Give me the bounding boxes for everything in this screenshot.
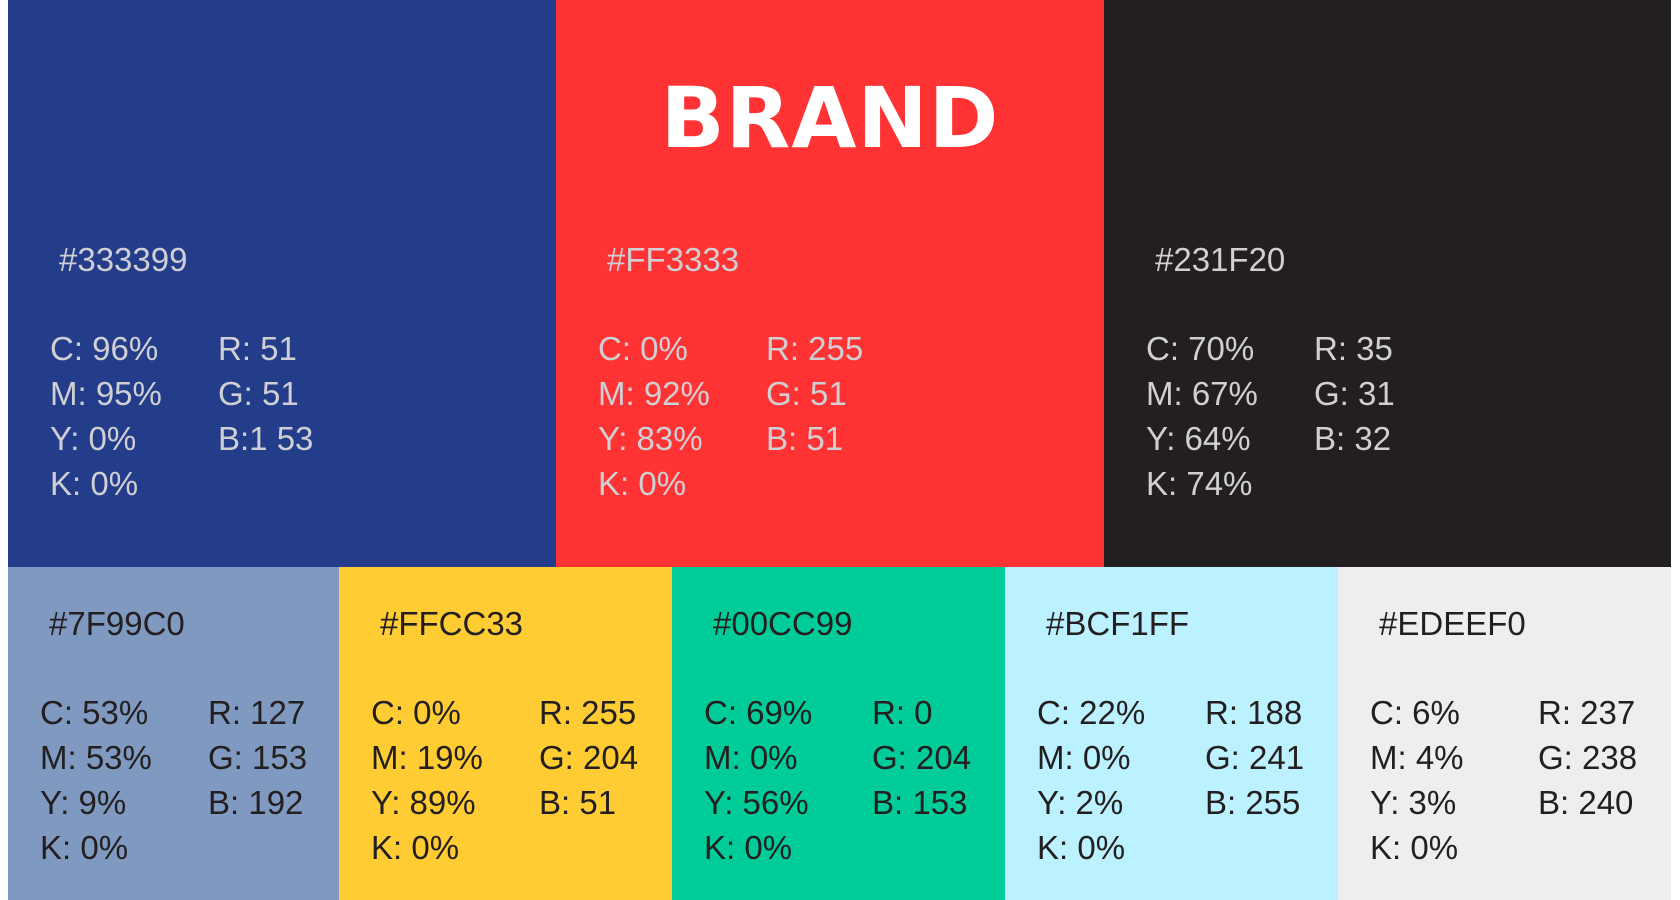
rgb-b: B: 192 bbox=[208, 784, 304, 821]
rgb-g: G: 238 bbox=[1538, 739, 1638, 776]
cmyk-k: K: 0% bbox=[371, 829, 460, 866]
rgb-g: G: 31 bbox=[1314, 375, 1395, 412]
rgb-g: G: 204 bbox=[872, 739, 972, 776]
cmyk-k: K: 0% bbox=[50, 465, 139, 502]
rgb-r: R: 255 bbox=[766, 330, 864, 367]
cmyk-m: M: 19% bbox=[371, 739, 483, 776]
cmyk-values: C: 53% M: 53% Y: 9% K: 0% bbox=[40, 690, 152, 870]
cmyk-k: K: 74% bbox=[1146, 465, 1253, 502]
color-swatch: #231F20 C: 70% M: 67% Y: 64% K: 74% R: 3… bbox=[1104, 0, 1671, 567]
cmyk-k: K: 0% bbox=[40, 829, 129, 866]
cmyk-y: Y: 3% bbox=[1370, 784, 1457, 821]
cmyk-c: C: 0% bbox=[371, 694, 461, 731]
rgb-r: R: 237 bbox=[1538, 694, 1636, 731]
cmyk-m: M: 0% bbox=[704, 739, 798, 776]
hex-code: #00CC99 bbox=[713, 605, 853, 642]
cmyk-c: C: 0% bbox=[598, 330, 688, 367]
hex-code: #231F20 bbox=[1155, 241, 1286, 278]
cmyk-values: C: 70% M: 67% Y: 64% K: 74% bbox=[1146, 326, 1258, 506]
rgb-g: G: 51 bbox=[218, 375, 299, 412]
cmyk-c: C: 53% bbox=[40, 694, 149, 731]
rgb-values: R: 188 G: 241 B: 255 bbox=[1205, 690, 1304, 825]
rgb-b: B: 255 bbox=[1205, 784, 1301, 821]
hex-code: #EDEEF0 bbox=[1379, 605, 1526, 642]
rgb-b: B: 240 bbox=[1538, 784, 1634, 821]
cmyk-values: C: 22% M: 0% Y: 2% K: 0% bbox=[1037, 690, 1145, 870]
rgb-g: G: 204 bbox=[539, 739, 639, 776]
cmyk-m: M: 67% bbox=[1146, 375, 1258, 412]
cmyk-y: Y: 83% bbox=[598, 420, 703, 457]
color-swatch: #00CC99 C: 69% M: 0% Y: 56% K: 0% R: 0 G… bbox=[672, 567, 1005, 900]
cmyk-y: Y: 2% bbox=[1037, 784, 1124, 821]
color-swatch: #BCF1FF C: 22% M: 0% Y: 2% K: 0% R: 188 … bbox=[1005, 567, 1338, 900]
rgb-values: R: 237 G: 238 B: 240 bbox=[1538, 690, 1637, 825]
rgb-values: R: 35 G: 31 B: 32 bbox=[1314, 326, 1395, 461]
color-swatch: #FFCC33 C: 0% M: 19% Y: 89% K: 0% R: 255… bbox=[339, 567, 672, 900]
rgb-g: G: 241 bbox=[1205, 739, 1305, 776]
cmyk-k: K: 0% bbox=[1037, 829, 1126, 866]
rgb-g: G: 153 bbox=[208, 739, 308, 776]
color-swatch: #EDEEF0 C: 6% M: 4% Y: 3% K: 0% R: 237 G… bbox=[1338, 567, 1671, 900]
cmyk-values: C: 96% M: 95% Y: 0% K: 0% bbox=[50, 326, 162, 506]
cmyk-m: M: 92% bbox=[598, 375, 710, 412]
rgb-r: R: 188 bbox=[1205, 694, 1303, 731]
cmyk-y: Y: 64% bbox=[1146, 420, 1251, 457]
cmyk-y: Y: 56% bbox=[704, 784, 809, 821]
rgb-b: B:1 53 bbox=[218, 420, 314, 457]
rgb-values: R: 51 G: 51 B:1 53 bbox=[218, 326, 313, 461]
cmyk-y: Y: 0% bbox=[50, 420, 137, 457]
cmyk-y: Y: 89% bbox=[371, 784, 476, 821]
cmyk-k: K: 0% bbox=[598, 465, 687, 502]
rgb-b: B: 32 bbox=[1314, 420, 1392, 457]
rgb-values: R: 127 G: 153 B: 192 bbox=[208, 690, 307, 825]
rgb-r: R: 35 bbox=[1314, 330, 1393, 367]
cmyk-c: C: 22% bbox=[1037, 694, 1146, 731]
cmyk-c: C: 69% bbox=[704, 694, 813, 731]
rgb-r: R: 51 bbox=[218, 330, 297, 367]
cmyk-m: M: 0% bbox=[1037, 739, 1131, 776]
cmyk-c: C: 6% bbox=[1370, 694, 1460, 731]
cmyk-m: M: 4% bbox=[1370, 739, 1464, 776]
rgb-values: R: 0 G: 204 B: 153 bbox=[872, 690, 971, 825]
rgb-b: B: 51 bbox=[766, 420, 844, 457]
cmyk-k: K: 0% bbox=[1370, 829, 1459, 866]
cmyk-y: Y: 9% bbox=[40, 784, 127, 821]
hex-code: #FFCC33 bbox=[380, 605, 524, 642]
rgb-values: R: 255 G: 51 B: 51 bbox=[766, 326, 863, 461]
rgb-r: R: 255 bbox=[539, 694, 637, 731]
rgb-r: R: 0 bbox=[872, 694, 933, 731]
color-swatch: #7F99C0 C: 53% M: 53% Y: 9% K: 0% R: 127… bbox=[8, 567, 339, 900]
rgb-r: R: 127 bbox=[208, 694, 306, 731]
hex-code: #7F99C0 bbox=[49, 605, 185, 642]
rgb-g: G: 51 bbox=[766, 375, 847, 412]
brand-title: BRAND bbox=[660, 69, 1000, 167]
cmyk-values: C: 6% M: 4% Y: 3% K: 0% bbox=[1370, 690, 1464, 870]
cmyk-values: C: 69% M: 0% Y: 56% K: 0% bbox=[704, 690, 812, 870]
hex-code: #FF3333 bbox=[607, 241, 740, 278]
cmyk-c: C: 96% bbox=[50, 330, 159, 367]
rgb-b: B: 51 bbox=[539, 784, 617, 821]
cmyk-values: C: 0% M: 19% Y: 89% K: 0% bbox=[371, 690, 483, 870]
hex-code: #333399 bbox=[59, 241, 188, 278]
cmyk-values: C: 0% M: 92% Y: 83% K: 0% bbox=[598, 326, 710, 506]
cmyk-k: K: 0% bbox=[704, 829, 793, 866]
cmyk-m: M: 53% bbox=[40, 739, 152, 776]
color-swatch: BRAND #FF3333 C: 0% M: 92% Y: 83% K: 0% R… bbox=[556, 0, 1104, 567]
cmyk-c: C: 70% bbox=[1146, 330, 1255, 367]
color-swatch: #333399 C: 96% M: 95% Y: 0% K: 0% R: 51 … bbox=[8, 0, 556, 567]
cmyk-m: M: 95% bbox=[50, 375, 162, 412]
rgb-b: B: 153 bbox=[872, 784, 968, 821]
hex-code: #BCF1FF bbox=[1046, 605, 1190, 642]
rgb-values: R: 255 G: 204 B: 51 bbox=[539, 690, 638, 825]
